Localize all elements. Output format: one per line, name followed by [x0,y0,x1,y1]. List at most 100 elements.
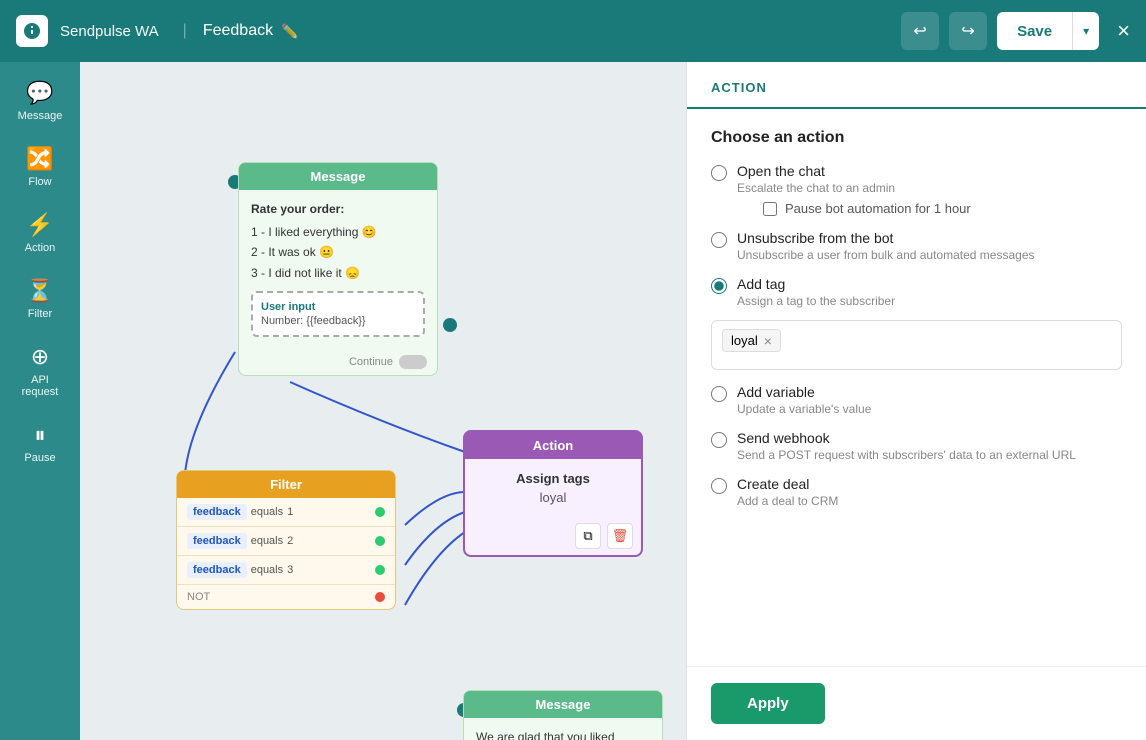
right-panel: ACTION Choose an action Open the chat Es… [686,62,1146,740]
message-node-body: Rate your order: 1 - I liked everything … [239,190,437,349]
radio-item-create-deal: Create deal Add a deal to CRM [711,476,1122,508]
filter-dot-1 [375,507,385,517]
sidebar-item-message[interactable]: 💬 Message [4,70,76,132]
desc-add-variable: Update a variable's value [737,402,871,416]
sidebar-item-action[interactable]: ⚡ Action [4,202,76,264]
filter-row-not: NOT [177,585,395,609]
save-dropdown-button[interactable]: ▾ [1072,12,1099,50]
logo [16,15,48,47]
tag-chip-loyal: loyal × [722,329,781,352]
user-input-title: User input [261,301,415,313]
filter-op-1: equals [251,506,283,518]
filter-tag-3: feedback [187,562,247,578]
edit-title-icon[interactable]: ✏️ [281,23,298,40]
filter-val-3: 3 [287,564,293,576]
action-node-header: Action [465,432,641,459]
tag-chip-value: loyal [731,333,758,348]
continue-label: Continue [349,356,393,368]
sidebar-label-filter: Filter [28,308,52,320]
user-input-box[interactable]: User input Number: {{feedback}} [251,291,425,337]
flow-title: Feedback ✏️ [203,22,299,40]
radio-unsubscribe[interactable] [711,232,727,248]
radio-create-deal[interactable] [711,478,727,494]
action-options: Open the chat Escalate the chat to an ad… [711,163,1122,508]
sidebar-label-message: Message [18,110,63,122]
sidebar-label-action: Action [25,242,56,254]
action-node-body: Assign tags loyal [465,459,641,517]
filter-row-3: feedback equals 3 [177,556,395,585]
filter-val-2: 2 [287,535,293,547]
radio-send-webhook[interactable] [711,432,727,448]
rating-1: 1 - I liked everything 😊 [251,222,425,242]
filter-row-1: feedback equals 1 [177,498,395,527]
action-node: Action Assign tags loyal ⧉ 🗑 [463,430,643,557]
radio-item-send-webhook: Send webhook Send a POST request with su… [711,430,1122,462]
message2-node-header: Message [464,691,662,718]
radio-add-variable[interactable] [711,386,727,402]
filter-op-2: equals [251,535,283,547]
sidebar-item-flow[interactable]: 🔀 Flow [4,136,76,198]
redo-button[interactable]: ↪ [949,12,987,50]
pause-checkbox-label: Pause bot automation for 1 hour [785,201,971,216]
sidebar-item-api[interactable]: ⊕ API request [4,334,76,408]
continue-toggle[interactable] [399,355,427,369]
panel-footer: Apply [687,666,1146,740]
panel-body: Choose an action Open the chat Escalate … [687,109,1146,666]
action-node-footer: ⧉ 🗑 [465,517,641,555]
pause-checkbox[interactable] [763,202,777,216]
user-input-var: Number: {{feedback}} [261,315,415,327]
filter-tag-1: feedback [187,504,247,520]
desc-unsubscribe: Unsubscribe a user from bulk and automat… [737,248,1035,262]
filter-row-2: feedback equals 2 [177,527,395,556]
flow-icon: 🔀 [26,146,53,172]
message2-node-body: We are glad that you liked everything! 😊… [464,718,662,740]
close-button[interactable]: × [1117,18,1130,44]
sidebar-item-pause[interactable]: ⏸ Pause [4,412,76,474]
radio-item-add-tag: Add tag Assign a tag to the subscriber [711,276,1122,308]
sidebar-item-filter[interactable]: ⏳ Filter [4,268,76,330]
tag-input-area[interactable]: loyal × [711,320,1122,370]
canvas: Message Rate your order: 1 - I liked eve… [80,62,686,740]
filter-op-3: equals [251,564,283,576]
message-node-header: Message [239,163,437,190]
sidebar-label-pause: Pause [24,452,55,464]
sidebar-label-api: API request [12,374,68,398]
filter-dot-3 [375,565,385,575]
desc-create-deal: Add a deal to CRM [737,494,838,508]
sidebar-label-flow: Flow [28,176,51,188]
radio-add-tag[interactable] [711,278,727,294]
sidebar: 💬 Message 🔀 Flow ⚡ Action ⏳ Filter ⊕ API… [0,62,80,740]
copy-action-button[interactable]: ⧉ [575,523,601,549]
main-layout: 💬 Message 🔀 Flow ⚡ Action ⏳ Filter ⊕ API… [0,62,1146,740]
delete-action-button[interactable]: 🗑 [607,523,633,549]
header-divider: | [183,22,187,40]
panel-title: ACTION [711,80,1122,95]
label-open-chat: Open the chat [737,163,971,179]
label-add-variable: Add variable [737,384,871,400]
desc-open-chat: Escalate the chat to an admin [737,181,971,195]
label-unsubscribe: Unsubscribe from the bot [737,230,1035,246]
save-group: Save ▾ [997,12,1099,50]
filter-icon: ⏳ [26,278,53,304]
brand-name: Sendpulse WA [60,23,159,40]
action-body-value: loyal [477,490,629,505]
radio-open-chat[interactable] [711,165,727,181]
option-open-chat: Open the chat Escalate the chat to an ad… [711,163,1122,216]
continue-section: Continue [239,349,437,375]
label-create-deal: Create deal [737,476,838,492]
panel-header: ACTION [687,62,1146,109]
apply-button[interactable]: Apply [711,683,825,724]
tag-chip-remove[interactable]: × [764,334,772,348]
rating-2: 2 - It was ok 😐 [251,242,425,262]
desc-send-webhook: Send a POST request with subscribers' da… [737,448,1076,462]
header-actions: ↩ ↪ Save ▾ × [901,12,1130,50]
label-add-tag: Add tag [737,276,895,292]
option-add-tag: Add tag Assign a tag to the subscriber l… [711,276,1122,370]
api-icon: ⊕ [31,344,49,370]
save-button[interactable]: Save [997,12,1072,50]
filter-dot-not [375,592,385,602]
radio-item-open-chat: Open the chat Escalate the chat to an ad… [711,163,1122,216]
undo-button[interactable]: ↩ [901,12,939,50]
message-icon: 💬 [26,80,53,106]
action-body-title: Assign tags [477,471,629,486]
